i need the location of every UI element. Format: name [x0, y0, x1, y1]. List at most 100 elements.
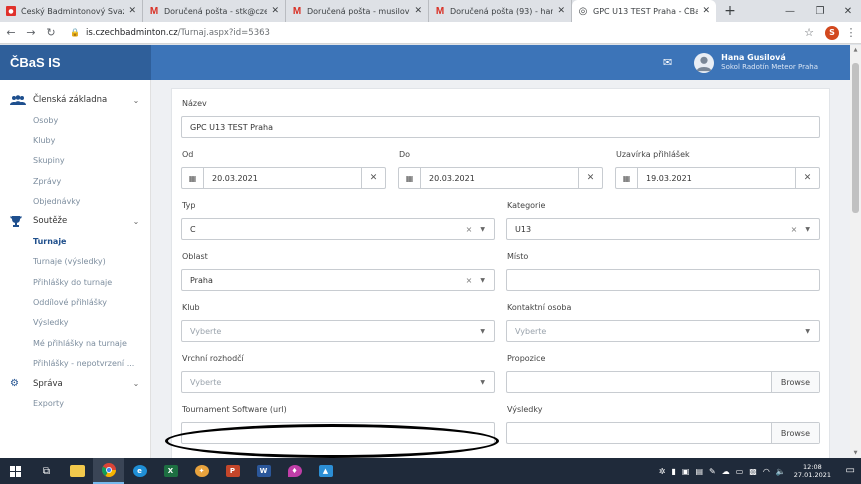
tray-app-icon[interactable]: ▩: [749, 467, 757, 476]
typ-select[interactable]: C × ▼: [181, 218, 495, 240]
sidebar-group-sprava[interactable]: ⚙ Správa ⌄: [0, 374, 150, 394]
close-icon[interactable]: ✕: [414, 6, 422, 16]
browser-tab-cbs[interactable]: ● Český Badmintonový Svaz — I ✕: [0, 0, 143, 22]
profile-avatar[interactable]: S: [825, 25, 839, 40]
edge-icon[interactable]: e: [124, 458, 155, 484]
scroll-thumb[interactable]: [852, 63, 859, 213]
sidebar-item-me-prihlasky[interactable]: Mé přihlášky na turnaje: [0, 333, 150, 353]
user-avatar[interactable]: [694, 52, 715, 73]
close-icon[interactable]: ✕: [557, 6, 565, 16]
onedrive-icon[interactable]: ☁: [722, 467, 730, 476]
task-view-icon[interactable]: ⧉: [31, 458, 62, 484]
window-close-button[interactable]: ✕: [833, 0, 861, 22]
tray-app-icon[interactable]: ▣: [682, 467, 690, 476]
minimize-button[interactable]: —: [775, 0, 805, 22]
kontakt-select[interactable]: Vyberte ▼: [506, 320, 820, 342]
oblast-select[interactable]: Praha × ▼: [181, 269, 495, 291]
nazev-input[interactable]: GPC U13 TEST Praha: [181, 116, 820, 138]
sidebar-item-oddilove-prihlasky[interactable]: Oddílové přihlášky: [0, 292, 150, 312]
new-tab-button[interactable]: +: [720, 0, 740, 22]
propozice-file-input[interactable]: Browse: [506, 371, 820, 393]
clear-icon[interactable]: ×: [466, 276, 473, 285]
settings-app-icon[interactable]: ✦: [186, 458, 217, 484]
back-arrow-icon[interactable]: ←: [2, 23, 20, 43]
close-icon[interactable]: ✕: [271, 6, 279, 16]
user-info[interactable]: Hana Gusilová Sokol Radotín Meteor Praha: [721, 53, 818, 72]
volume-icon[interactable]: 🔈: [776, 467, 786, 476]
sidebar-item-zpravy[interactable]: Zprávy: [0, 171, 150, 191]
browser-tab-mail-stk[interactable]: M Doručená pošta - stk@czechb ✕: [143, 0, 286, 22]
clear-icon[interactable]: ×: [791, 225, 798, 234]
reload-icon[interactable]: ↻: [42, 23, 60, 43]
menu-dots-icon[interactable]: ⋮: [845, 26, 857, 39]
misto-input[interactable]: [506, 269, 820, 291]
browser-tab-mail-musilova[interactable]: M Doručená pošta - musilova@c ✕: [286, 0, 429, 22]
page-scrollbar[interactable]: ▲ ▼: [850, 45, 861, 458]
clear-icon[interactable]: ✕: [578, 168, 602, 188]
calendar-icon[interactable]: ▦: [182, 168, 204, 188]
sidebar-item-exporty[interactable]: Exporty: [0, 394, 150, 414]
close-icon[interactable]: ✕: [702, 6, 710, 16]
paint-icon[interactable]: ♦: [279, 458, 310, 484]
tournament-form: Název GPC U13 TEST Praha Od ▦ 20.03.2021…: [171, 88, 830, 458]
do-date-input[interactable]: ▦ 20.03.2021 ✕: [398, 167, 603, 189]
bookmark-star-icon[interactable]: ☆: [799, 26, 819, 39]
sidebar-item-vysledky[interactable]: Výsledky: [0, 313, 150, 333]
scroll-up-arrow-icon[interactable]: ▲: [850, 45, 861, 55]
people-icon[interactable]: ✲: [659, 467, 666, 476]
app-brand[interactable]: ČBaS IS: [0, 45, 151, 80]
notification-icon[interactable]: ✉: [663, 56, 672, 69]
propozice-browse-button[interactable]: Browse: [770, 372, 819, 392]
sidebar-item-osoby[interactable]: Osoby: [0, 110, 150, 130]
sidebar-item-kluby[interactable]: Kluby: [0, 130, 150, 150]
notification-center-icon[interactable]: ▭: [846, 465, 855, 476]
sidebar-item-objednavky[interactable]: Objednávky: [0, 191, 150, 211]
dropdown-arrow-icon: ▼: [480, 276, 485, 284]
tray-app-icon[interactable]: ✎: [709, 467, 716, 476]
url-path: /Turnaj.aspx?id=5363: [177, 27, 270, 38]
scroll-down-arrow-icon[interactable]: ▼: [850, 448, 861, 458]
od-date-input[interactable]: ▦ 20.03.2021 ✕: [181, 167, 386, 189]
excel-icon[interactable]: X: [155, 458, 186, 484]
browser-tab-bar: ● Český Badmintonový Svaz — I ✕ M Doruče…: [0, 0, 861, 22]
rozhodci-label: Vrchní rozhodčí: [182, 354, 244, 363]
uzavirka-date-input[interactable]: ▦ 19.03.2021 ✕: [615, 167, 820, 189]
klub-select[interactable]: Vyberte ▼: [181, 320, 495, 342]
word-icon[interactable]: W: [248, 458, 279, 484]
vysledky-label: Výsledky: [507, 405, 543, 414]
forward-arrow-icon[interactable]: →: [22, 23, 40, 43]
clear-icon[interactable]: ✕: [795, 168, 819, 188]
system-clock[interactable]: 12:08 27.01.2021: [794, 463, 831, 479]
wifi-icon[interactable]: ◠: [763, 467, 770, 476]
sidebar-item-turnaje-vysledky[interactable]: Turnaje (výsledky): [0, 252, 150, 272]
browser-tab-active[interactable]: ◎ GPC U13 TEST Praha - ČBaS IS ✕: [572, 0, 716, 22]
calendar-icon[interactable]: ▦: [399, 168, 421, 188]
sidebar-item-prihlasky-nepotvrzeni[interactable]: Přihlášky - nepotvrzení ...: [0, 353, 150, 373]
windows-start-icon[interactable]: [0, 458, 31, 484]
sidebar-group-souteze[interactable]: Soutěže ⌄: [0, 211, 150, 231]
clear-icon[interactable]: ✕: [361, 168, 385, 188]
kategorie-select[interactable]: U13 × ▼: [506, 218, 820, 240]
sidebar-item-skupiny[interactable]: Skupiny: [0, 151, 150, 171]
browser-tab-mail-hana[interactable]: M Doručená pošta (93) - hana.m ✕: [429, 0, 572, 22]
photos-icon[interactable]: ▲: [310, 458, 341, 484]
folder-tray-icon[interactable]: ▮: [671, 467, 675, 476]
powerpoint-icon[interactable]: P: [217, 458, 248, 484]
klub-label: Klub: [182, 303, 200, 312]
chrome-icon[interactable]: [93, 458, 124, 484]
sidebar-item-prihlasky-do-turnaje[interactable]: Přihlášky do turnaje: [0, 272, 150, 292]
cbs-logo-icon: ●: [6, 6, 16, 16]
url-field[interactable]: 🔒 is.czechbadminton.cz/Turnaj.aspx?id=53…: [70, 28, 799, 38]
close-icon[interactable]: ✕: [128, 6, 136, 16]
clear-icon[interactable]: ×: [466, 225, 473, 234]
maximize-button[interactable]: ❐: [805, 0, 835, 22]
battery-icon[interactable]: ▭: [736, 467, 744, 476]
rozhodci-select[interactable]: Vyberte ▼: [181, 371, 495, 393]
vysledky-browse-button[interactable]: Browse: [770, 423, 819, 443]
calendar-icon[interactable]: ▦: [616, 168, 638, 188]
sidebar-group-clenska-zakladna[interactable]: Členská základna ⌄: [0, 90, 150, 110]
sidebar-item-turnaje[interactable]: Turnaje: [0, 231, 150, 251]
tray-app-icon[interactable]: ▤: [695, 467, 703, 476]
file-explorer-icon[interactable]: [62, 458, 93, 484]
vysledky-file-input[interactable]: Browse: [506, 422, 820, 444]
